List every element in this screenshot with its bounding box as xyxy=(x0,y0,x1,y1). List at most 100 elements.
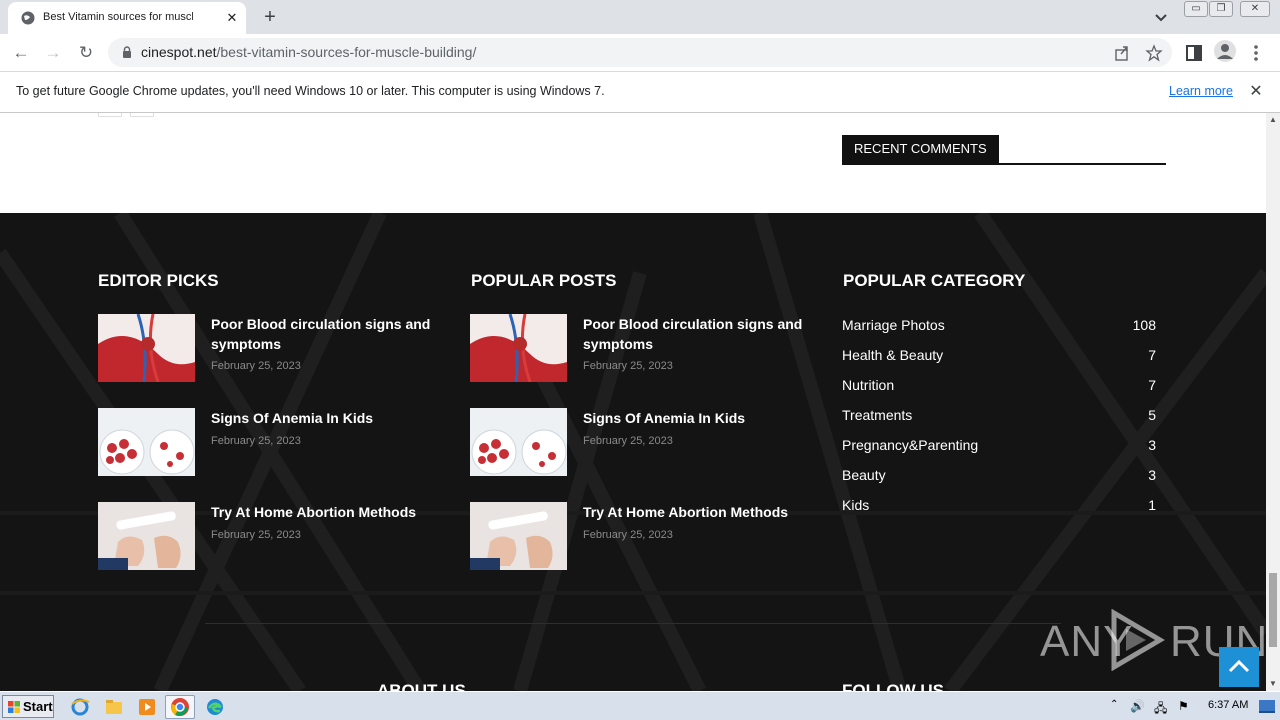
editor-pick-post[interactable]: Signs Of Anemia In Kids February 25, 202… xyxy=(98,408,428,476)
scrollbar-thumb[interactable] xyxy=(1269,573,1277,647)
browser-toolbar: ← → ↻ cinespot.net/best-vitamin-sources-… xyxy=(0,34,1280,72)
category-item[interactable]: Treatments 5 xyxy=(842,407,1156,437)
category-count: 3 xyxy=(1148,437,1156,453)
windows-logo-icon xyxy=(8,701,20,713)
post-title[interactable]: Poor Blood circulation signs and symptom… xyxy=(583,314,803,354)
action-center-flag-icon[interactable]: ⚑ xyxy=(1178,699,1192,713)
browser-tab-active[interactable]: Best Vitamin sources for muscle build ✕ xyxy=(8,2,246,34)
category-name[interactable]: Health & Beauty xyxy=(842,347,943,363)
reload-icon[interactable]: ↻ xyxy=(73,40,99,66)
system-tray: ⌃ 🔊 🖧 ⚑ xyxy=(1106,695,1280,719)
popular-category-title: POPULAR CATEGORY xyxy=(843,271,1026,290)
infobar-close-icon[interactable]: ✕ xyxy=(1246,82,1266,102)
page-scrollbar[interactable]: ▲ ▼ xyxy=(1266,113,1280,691)
browser-titlebar: Best Vitamin sources for muscle build ✕ … xyxy=(0,0,1280,34)
category-count: 7 xyxy=(1148,347,1156,363)
editor-pick-post[interactable]: Poor Blood circulation signs and symptom… xyxy=(98,314,431,382)
taskbar-clock[interactable]: 6:37 AM xyxy=(1208,699,1248,711)
back-arrow-icon[interactable]: ← xyxy=(8,40,34,66)
post-title[interactable]: Try At Home Abortion Methods xyxy=(211,502,431,522)
tab-title: Best Vitamin sources for muscle build xyxy=(43,11,193,23)
post-date: February 25, 2023 xyxy=(583,360,673,372)
tab-search-chevron-icon[interactable] xyxy=(1150,7,1172,27)
play-logo-icon xyxy=(1111,609,1165,671)
about-us-title: ABOUT US xyxy=(377,681,466,691)
editor-picks-title: EDITOR PICKS xyxy=(98,271,219,290)
start-button[interactable]: Start xyxy=(2,695,54,718)
popular-category-list: Marriage Photos 108 Health & Beauty 7 Nutr… xyxy=(842,317,1156,527)
scroll-to-top-button[interactable] xyxy=(1219,647,1259,687)
share-icon[interactable] xyxy=(1113,44,1131,62)
category-name[interactable]: Treatments xyxy=(842,407,912,423)
category-name[interactable]: Beauty xyxy=(842,467,886,483)
post-date: February 25, 2023 xyxy=(211,360,301,372)
url-text[interactable]: cinespot.net/best-vitamin-sources-for-mu… xyxy=(141,44,476,60)
media-player-icon[interactable] xyxy=(136,696,158,718)
show-desktop-icon[interactable] xyxy=(1258,698,1276,714)
edge-icon[interactable] xyxy=(204,696,226,718)
category-count: 108 xyxy=(1132,317,1156,333)
tray-expand-icon[interactable]: ⌃ xyxy=(1110,699,1124,713)
popular-post[interactable]: Try At Home Abortion Methods February 25… xyxy=(470,502,800,570)
lock-icon[interactable] xyxy=(120,45,134,59)
popular-posts-title: POPULAR POSTS xyxy=(471,271,617,290)
post-title[interactable]: Poor Blood circulation signs and symptom… xyxy=(211,314,431,354)
profile-icon xyxy=(1217,44,1233,59)
footer-divider xyxy=(205,623,1061,624)
scroll-up-arrow-icon[interactable]: ▲ xyxy=(1266,113,1280,127)
category-name[interactable]: Nutrition xyxy=(842,377,894,393)
category-item[interactable]: Marriage Photos 108 xyxy=(842,317,1156,347)
pagination-box[interactable] xyxy=(130,113,154,117)
url-domain: cinespot.net xyxy=(141,44,217,60)
editor-pick-post[interactable]: Try At Home Abortion Methods February 25… xyxy=(98,502,428,570)
url-path: /best-vitamin-sources-for-muscle-buildin… xyxy=(216,44,477,60)
category-item[interactable]: Kids 1 xyxy=(842,497,1156,527)
tab-close-icon[interactable]: ✕ xyxy=(224,10,240,26)
post-thumbnail-pregnancy-test[interactable] xyxy=(470,502,567,570)
post-thumbnail-blood[interactable] xyxy=(470,314,567,382)
post-thumbnail-blood[interactable] xyxy=(98,314,195,382)
category-item[interactable]: Health & Beauty 7 xyxy=(842,347,1156,377)
popular-post[interactable]: Signs Of Anemia In Kids February 25, 202… xyxy=(470,408,800,476)
category-item[interactable]: Pregnancy&Parenting 3 xyxy=(842,437,1156,467)
internet-explorer-icon[interactable] xyxy=(69,696,91,718)
scroll-down-arrow-icon[interactable]: ▼ xyxy=(1266,677,1280,691)
restore-button[interactable]: ❐ xyxy=(1209,1,1233,17)
side-panel-icon[interactable] xyxy=(1182,41,1206,65)
category-item[interactable]: Nutrition 7 xyxy=(842,377,1156,407)
post-title[interactable]: Try At Home Abortion Methods xyxy=(583,502,803,522)
minimize-button[interactable]: ▭ xyxy=(1184,1,1208,17)
infobar-message: To get future Google Chrome updates, you… xyxy=(16,84,605,98)
post-thumbnail-pregnancy-test[interactable] xyxy=(98,502,195,570)
pagination-box[interactable] xyxy=(98,113,122,117)
category-item[interactable]: Beauty 3 xyxy=(842,467,1156,497)
menu-kebab-icon[interactable] xyxy=(1244,41,1268,65)
file-explorer-icon[interactable] xyxy=(103,696,125,718)
popular-post[interactable]: Poor Blood circulation signs and symptom… xyxy=(470,314,803,382)
post-date: February 25, 2023 xyxy=(211,435,301,447)
chrome-taskbar-button[interactable] xyxy=(165,695,195,719)
category-name[interactable]: Marriage Photos xyxy=(842,317,945,333)
windows-taskbar: Start ⌃ 🔊 🖧 ⚑ 6:37 AM xyxy=(0,691,1280,720)
post-thumbnail-anemia[interactable] xyxy=(470,408,567,476)
web-page: RECENT COMMENTS EDITOR PICKS POPULAR POS… xyxy=(0,113,1266,691)
forward-arrow-icon[interactable]: → xyxy=(40,40,66,66)
chrome-icon xyxy=(171,698,189,716)
category-name[interactable]: Pregnancy&Parenting xyxy=(842,437,978,453)
network-icon[interactable]: 🖧 xyxy=(1154,699,1168,715)
category-name[interactable]: Kids xyxy=(842,497,869,513)
post-title[interactable]: Signs Of Anemia In Kids xyxy=(211,408,431,428)
chevron-up-icon xyxy=(1228,659,1250,673)
learn-more-link[interactable]: Learn more xyxy=(1169,84,1233,98)
post-date: February 25, 2023 xyxy=(211,529,301,541)
new-tab-button[interactable]: + xyxy=(258,6,282,28)
profile-avatar[interactable] xyxy=(1214,40,1236,62)
post-thumbnail-anemia[interactable] xyxy=(98,408,195,476)
volume-icon[interactable]: 🔊 xyxy=(1130,699,1145,713)
post-title[interactable]: Signs Of Anemia In Kids xyxy=(583,408,803,428)
close-window-button[interactable]: ✕ xyxy=(1240,1,1270,17)
post-date: February 25, 2023 xyxy=(583,435,673,447)
bookmark-star-icon[interactable] xyxy=(1145,44,1163,62)
category-count: 1 xyxy=(1148,497,1156,513)
address-bar[interactable]: cinespot.net/best-vitamin-sources-for-mu… xyxy=(108,38,1172,67)
